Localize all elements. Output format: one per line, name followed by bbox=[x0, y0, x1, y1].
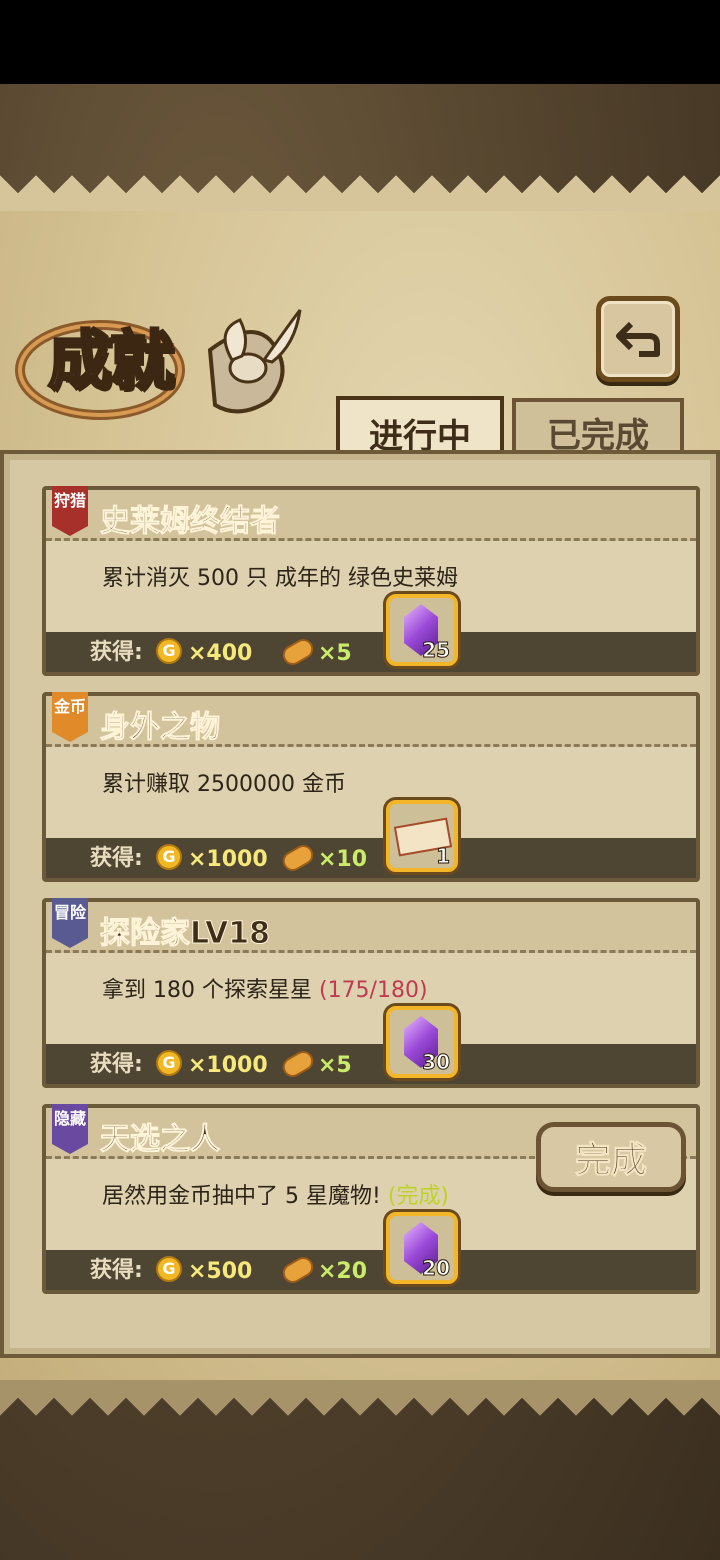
page-title: 成就 bbox=[47, 324, 176, 401]
gold-coin-icon: G bbox=[156, 1256, 182, 1282]
reward-bar bbox=[46, 1044, 696, 1084]
bread-reward: ×20 bbox=[318, 1259, 368, 1284]
coin-reward: ×400 bbox=[188, 641, 253, 666]
achievement-card: 狩猎 史莱姆终结者 累计消灭 500 只 成年的 绿色史莱姆 获得: G ×40… bbox=[42, 486, 700, 676]
achievement-name: 身外之物 bbox=[100, 710, 221, 746]
complete-button[interactable]: 完成 bbox=[536, 1122, 686, 1192]
torn-edge-top bbox=[0, 175, 720, 235]
desc-text: 累计消灭 500 只 成年的 绿色史莱姆 bbox=[102, 566, 458, 591]
reward-label: 获得: bbox=[90, 1258, 143, 1283]
reward-bar bbox=[46, 632, 696, 672]
reward-item[interactable]: 30 bbox=[386, 1006, 458, 1078]
category-badge: 狩猎 bbox=[52, 486, 88, 536]
reward-qty: 25 bbox=[422, 638, 451, 663]
back-arrow-icon bbox=[616, 321, 660, 357]
progress-text: (175/180) bbox=[318, 978, 428, 1003]
reward-bar bbox=[46, 1250, 696, 1290]
gold-coin-icon: G bbox=[156, 844, 182, 870]
achievement-card: 隐藏 天选之人 居然用金币抽中了 5 星魔物! (完成) 获得: G ×500 … bbox=[42, 1104, 700, 1294]
back-button[interactable] bbox=[596, 296, 680, 382]
desc-text: 拿到 180 个探索星星 bbox=[102, 978, 312, 1003]
achievement-list: 狩猎 史莱姆终结者 累计消灭 500 只 成年的 绿色史莱姆 获得: G ×40… bbox=[0, 450, 720, 1358]
achievement-name: 探险家LV18 bbox=[100, 916, 271, 952]
status-text: (完成) bbox=[387, 1184, 449, 1209]
category-badge: 隐藏 bbox=[52, 1104, 88, 1154]
reward-qty: 20 bbox=[422, 1256, 451, 1281]
bread-reward: ×5 bbox=[318, 1053, 352, 1078]
achievement-desc: 拿到 180 个探索星星 (175/180) bbox=[102, 972, 428, 1004]
reward-label: 获得: bbox=[90, 846, 143, 871]
reward-item[interactable]: 25 bbox=[386, 594, 458, 666]
reward-label: 获得: bbox=[90, 640, 143, 665]
category-badge: 金币 bbox=[52, 692, 88, 742]
status-bar bbox=[0, 0, 720, 84]
achievement-desc: 累计赚取 2500000 金币 bbox=[102, 766, 346, 798]
coin-reward: ×500 bbox=[188, 1259, 253, 1284]
coin-reward: ×1000 bbox=[188, 847, 268, 872]
achievement-card: 冒险 探险家LV18 拿到 180 个探索星星 (175/180) 获得: G … bbox=[42, 898, 700, 1088]
achievement-desc: 居然用金币抽中了 5 星魔物! (完成) bbox=[102, 1178, 449, 1210]
reward-label: 获得: bbox=[90, 1052, 143, 1077]
achievement-desc: 累计消灭 500 只 成年的 绿色史莱姆 bbox=[102, 560, 458, 592]
bread-reward: ×5 bbox=[318, 641, 352, 666]
reward-qty: 1 bbox=[436, 844, 451, 869]
coin-reward: ×1000 bbox=[188, 1053, 268, 1078]
reward-item[interactable]: 20 bbox=[386, 1212, 458, 1284]
desc-text: 居然用金币抽中了 5 星魔物! bbox=[102, 1184, 381, 1209]
gold-coin-icon: G bbox=[156, 638, 182, 664]
bread-reward: ×10 bbox=[318, 847, 368, 872]
desc-text: 累计赚取 2500000 金币 bbox=[102, 772, 346, 797]
achievement-card: 金币 身外之物 累计赚取 2500000 金币 获得: G ×1000 ×10 … bbox=[42, 692, 700, 882]
achievement-name: 天选之人 bbox=[100, 1122, 221, 1158]
category-badge: 冒险 bbox=[52, 898, 88, 948]
reward-qty: 30 bbox=[422, 1050, 451, 1075]
achievement-name: 史莱姆终结者 bbox=[100, 504, 281, 540]
torn-edge-bottom bbox=[0, 1380, 720, 1430]
gold-coin-icon: G bbox=[156, 1050, 182, 1076]
reward-bar bbox=[46, 838, 696, 878]
reward-item[interactable]: 1 bbox=[386, 800, 458, 872]
